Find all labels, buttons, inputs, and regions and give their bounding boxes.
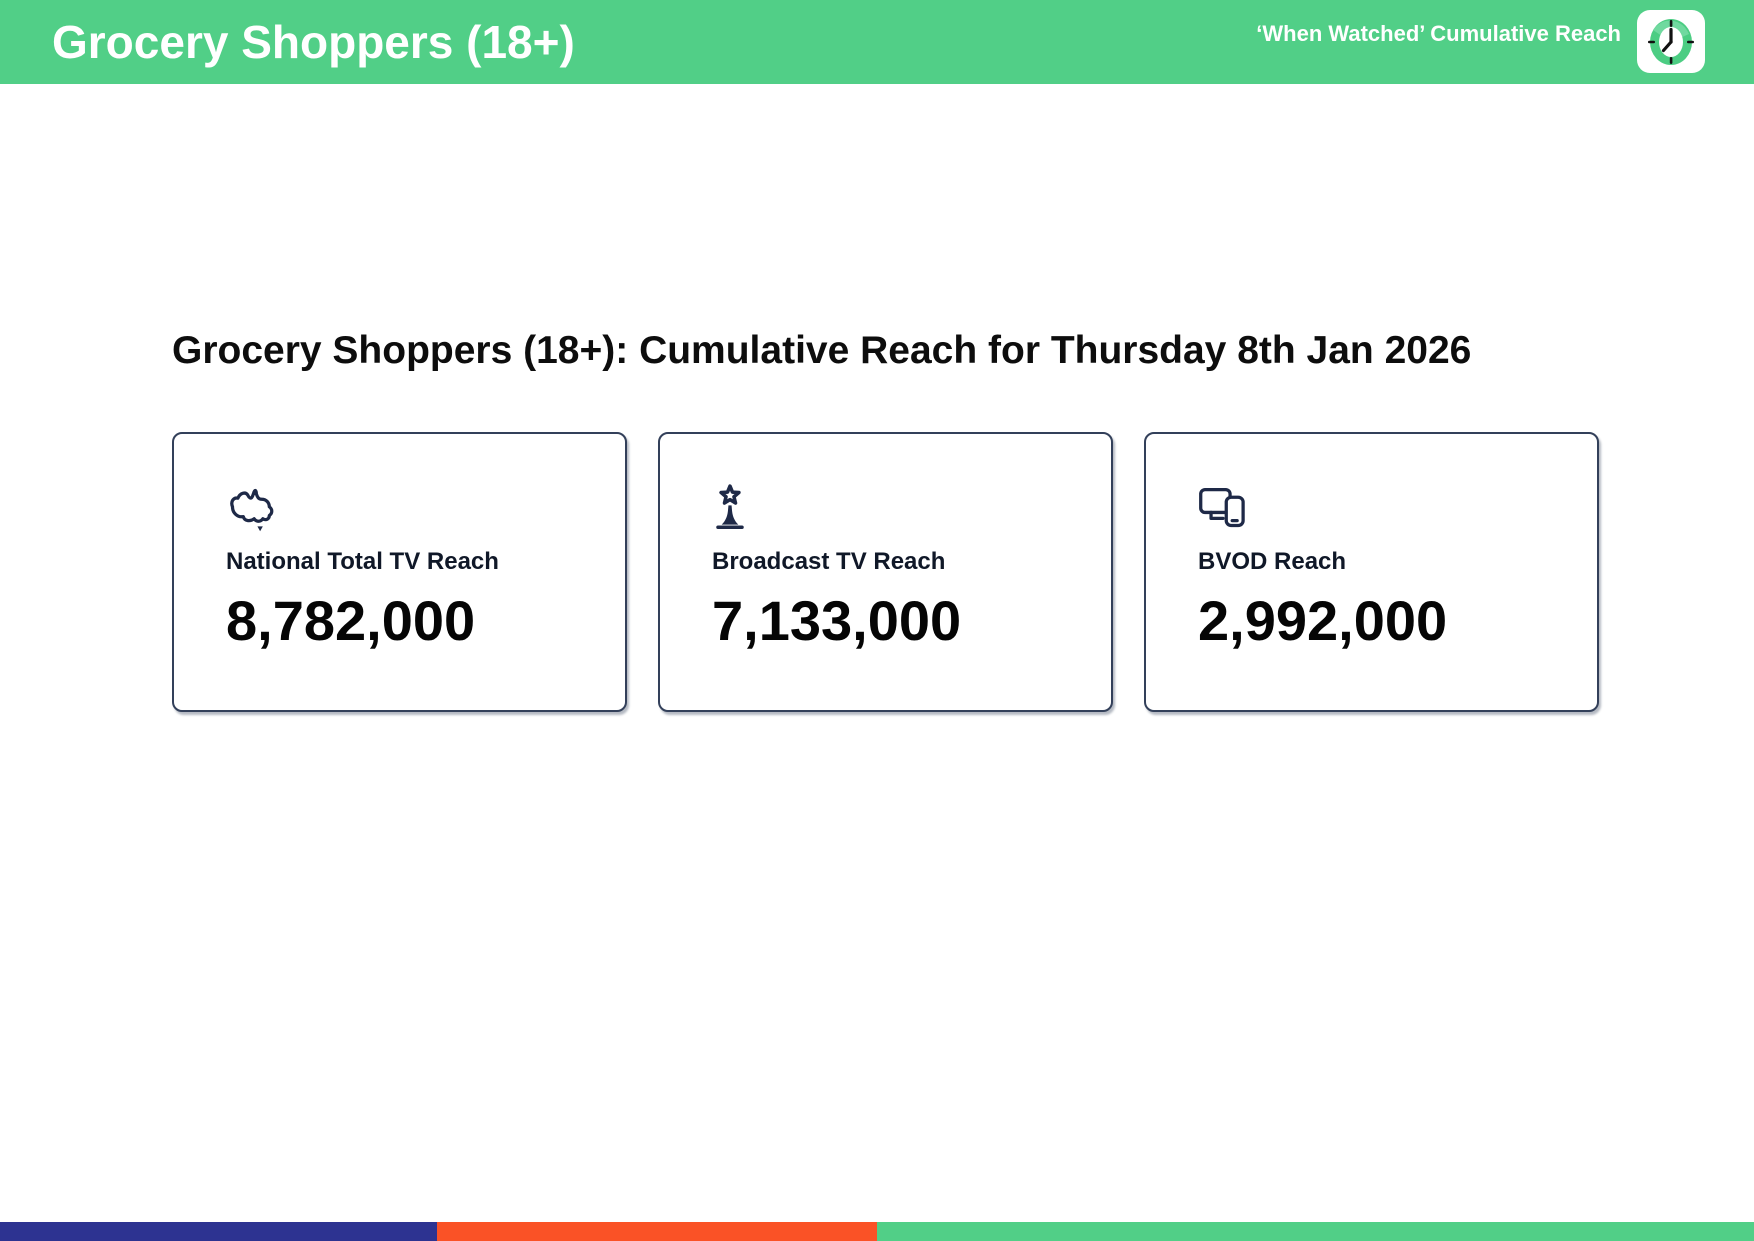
card-broadcast-tv-reach: Broadcast TV Reach 7,133,000 bbox=[658, 432, 1113, 712]
header-right-group: ‘When Watched’ Cumulative Reach bbox=[1256, 10, 1705, 73]
card-bvod-reach: BVOD Reach 2,992,000 bbox=[1144, 432, 1599, 712]
report-heading: Grocery Shoppers (18+): Cumulative Reach… bbox=[172, 329, 1472, 372]
page-title: Grocery Shoppers (18+) bbox=[52, 16, 575, 68]
header-subtitle: ‘When Watched’ Cumulative Reach bbox=[1256, 20, 1621, 46]
footer-navy-segment bbox=[0, 1222, 437, 1241]
card-national-total-tv-reach: National Total TV Reach 8,782,000 bbox=[172, 432, 627, 712]
footer-color-bar bbox=[0, 1222, 1754, 1241]
footer-green-segment bbox=[877, 1222, 1754, 1241]
kpi-cards-row: National Total TV Reach 8,782,000 Broadc… bbox=[172, 432, 1599, 712]
card-label: Broadcast TV Reach bbox=[712, 548, 946, 575]
card-value: 8,782,000 bbox=[226, 589, 476, 652]
clock-icon bbox=[1647, 16, 1695, 68]
devices-icon bbox=[1198, 484, 1577, 534]
broadcast-tower-icon bbox=[712, 484, 1091, 534]
card-value: 7,133,000 bbox=[712, 589, 962, 652]
app-logo bbox=[1637, 10, 1705, 73]
card-label: National Total TV Reach bbox=[226, 548, 499, 575]
footer-orange-segment bbox=[437, 1222, 877, 1241]
card-label: BVOD Reach bbox=[1198, 548, 1347, 575]
header-bar: Grocery Shoppers (18+) ‘When Watched’ Cu… bbox=[0, 0, 1754, 84]
card-value: 2,992,000 bbox=[1198, 589, 1448, 652]
australia-map-icon bbox=[226, 484, 605, 534]
